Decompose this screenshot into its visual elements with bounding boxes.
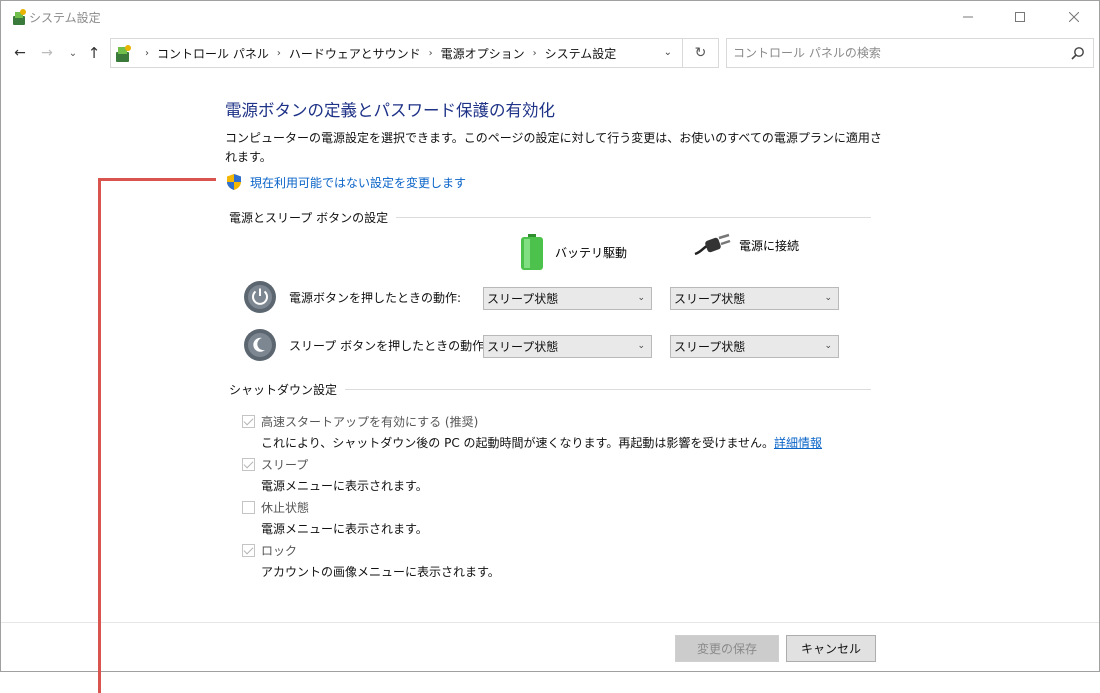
select-value: スリープ状態 xyxy=(487,292,559,306)
hibernate-checkbox[interactable] xyxy=(242,501,255,514)
maximize-button[interactable] xyxy=(997,1,1043,33)
control-panel-icon xyxy=(116,45,131,62)
up-button[interactable]: ↑ xyxy=(85,43,103,63)
section-title: シャットダウン設定 xyxy=(229,383,338,397)
forward-button[interactable]: → xyxy=(38,43,56,63)
select-value: スリープ状態 xyxy=(674,292,746,306)
power-button-icon xyxy=(244,281,276,313)
power-button-battery-select[interactable]: スリープ状態 ⌄ xyxy=(483,287,652,310)
save-changes-button[interactable]: 変更の保存 xyxy=(675,635,779,662)
page-title: 電源ボタンの定義とパスワード保護の有効化 xyxy=(225,101,555,120)
power-plug-icon xyxy=(694,233,731,256)
callout-line-horizontal xyxy=(98,178,216,181)
recent-locations-button[interactable]: ⌄ xyxy=(64,43,82,63)
window-title: システム設定 xyxy=(29,11,101,25)
power-buttons-section-header: 電源とスリープ ボタンの設定 xyxy=(229,209,871,226)
callout-line-vertical xyxy=(98,179,101,693)
close-icon xyxy=(1069,12,1079,22)
uac-shield-icon xyxy=(227,174,241,190)
sleep-desc: 電源メニューに表示されます。 xyxy=(261,479,428,493)
address-dropdown-icon[interactable]: ⌄ xyxy=(664,47,672,58)
search-icon[interactable] xyxy=(1071,46,1085,60)
fast-startup-desc-text: これにより、シャットダウン後の PC の起動時間が速くなります。再起動は影響を受… xyxy=(261,436,774,450)
chevron-right-icon: › xyxy=(145,47,149,59)
shutdown-section-header: シャットダウン設定 xyxy=(229,381,871,398)
address-bar[interactable]: › コントロール パネル › ハードウェアとサウンド › 電源オプション › シ… xyxy=(110,38,683,68)
chevron-down-icon: ⌄ xyxy=(68,47,78,59)
chevron-right-icon: › xyxy=(532,47,537,59)
chevron-right-icon: › xyxy=(276,47,281,59)
system-settings-window: システム設定 ← → ⌄ ↑ › コントロール パネル › ハードウェアとサウン… xyxy=(0,0,1100,672)
sleep-button-icon xyxy=(244,329,276,361)
refresh-button[interactable]: ↻ xyxy=(683,38,719,68)
select-value: スリープ状態 xyxy=(674,340,746,354)
breadcrumb-control-panel[interactable]: コントロール パネル xyxy=(157,45,269,62)
title-bar: システム設定 xyxy=(1,1,1099,33)
page-description: コンピューターの電源設定を選択できます。このページの設定に対して行う変更は、お使… xyxy=(225,131,882,164)
arrow-right-icon: → xyxy=(41,45,53,61)
minimize-button[interactable] xyxy=(945,1,991,33)
lock-title: ロック xyxy=(261,544,298,558)
power-button-plugged-select[interactable]: スリープ状態 ⌄ xyxy=(670,287,839,310)
lock-checkbox[interactable] xyxy=(242,544,255,557)
select-value: スリープ状態 xyxy=(487,340,559,354)
chevron-down-icon: ⌄ xyxy=(824,341,832,351)
chevron-down-icon: ⌄ xyxy=(637,341,645,351)
chevron-down-icon: ⌄ xyxy=(824,293,832,303)
sleep-option: スリープ 電源メニューに表示されます。 xyxy=(242,456,428,494)
fast-startup-option: 高速スタートアップを有効にする (推奨) これにより、シャットダウン後の PC … xyxy=(242,413,822,451)
sleep-button-label: スリープ ボタンを押したときの動作: xyxy=(289,338,489,353)
sleep-button-plugged-select[interactable]: スリープ状態 ⌄ xyxy=(670,335,839,358)
breadcrumb-power-options[interactable]: 電源オプション xyxy=(441,45,525,62)
breadcrumb-hardware-sound[interactable]: ハードウェアとサウンド xyxy=(289,45,421,62)
control-panel-icon xyxy=(13,9,26,25)
sleep-checkbox[interactable] xyxy=(242,458,255,471)
chevron-right-icon: › xyxy=(428,47,433,59)
plugged-column-header: 電源に接続 xyxy=(693,233,799,257)
fast-startup-title: 高速スタートアップを有効にする (推奨) xyxy=(261,415,479,429)
battery-icon xyxy=(521,234,543,270)
change-settings-link-row: 現在利用可能ではない設定を変更します xyxy=(225,173,466,191)
sleep-button-battery-select[interactable]: スリープ状態 ⌄ xyxy=(483,335,652,358)
fast-startup-desc: これにより、シャットダウン後の PC の起動時間が速くなります。再起動は影響を受… xyxy=(261,434,822,451)
minimize-icon xyxy=(963,16,973,18)
divider xyxy=(396,217,871,218)
change-unavailable-settings-link[interactable]: 現在利用可能ではない設定を変更します xyxy=(250,174,466,191)
arrow-left-icon: ← xyxy=(14,45,26,61)
lock-desc: アカウントの画像メニューに表示されます。 xyxy=(261,565,500,579)
sleep-title: スリープ xyxy=(261,458,309,472)
cancel-button[interactable]: キャンセル xyxy=(786,635,876,662)
plugged-column-label: 電源に接続 xyxy=(739,238,800,253)
maximize-icon xyxy=(1015,12,1025,22)
hibernate-option: 休止状態 電源メニューに表示されます。 xyxy=(242,499,428,537)
close-button[interactable] xyxy=(1051,1,1097,33)
battery-column-label: バッテリ駆動 xyxy=(555,245,628,260)
battery-column-header: バッテリ駆動 xyxy=(519,233,627,271)
back-button[interactable]: ← xyxy=(11,43,29,63)
hibernate-title: 休止状態 xyxy=(261,501,310,515)
chevron-down-icon: ⌄ xyxy=(637,293,645,303)
arrow-up-icon: ↑ xyxy=(87,44,101,62)
power-button-row: 電源ボタンを押したときの動作: xyxy=(243,280,485,314)
power-button-label: 電源ボタンを押したときの動作: xyxy=(289,290,462,305)
divider xyxy=(345,389,871,390)
search-input[interactable] xyxy=(733,46,1063,60)
section-title: 電源とスリープ ボタンの設定 xyxy=(229,211,389,225)
hibernate-desc: 電源メニューに表示されます。 xyxy=(261,522,428,536)
more-info-link[interactable]: 詳細情報 xyxy=(774,436,822,450)
search-box xyxy=(726,38,1094,68)
fast-startup-checkbox[interactable] xyxy=(242,415,255,428)
breadcrumb-system-settings[interactable]: システム設定 xyxy=(545,45,617,62)
footer-divider xyxy=(1,622,1099,623)
refresh-icon: ↻ xyxy=(694,45,707,61)
lock-option: ロック アカウントの画像メニューに表示されます。 xyxy=(242,542,500,580)
sleep-button-row: スリープ ボタンを押したときの動作: xyxy=(243,328,489,362)
